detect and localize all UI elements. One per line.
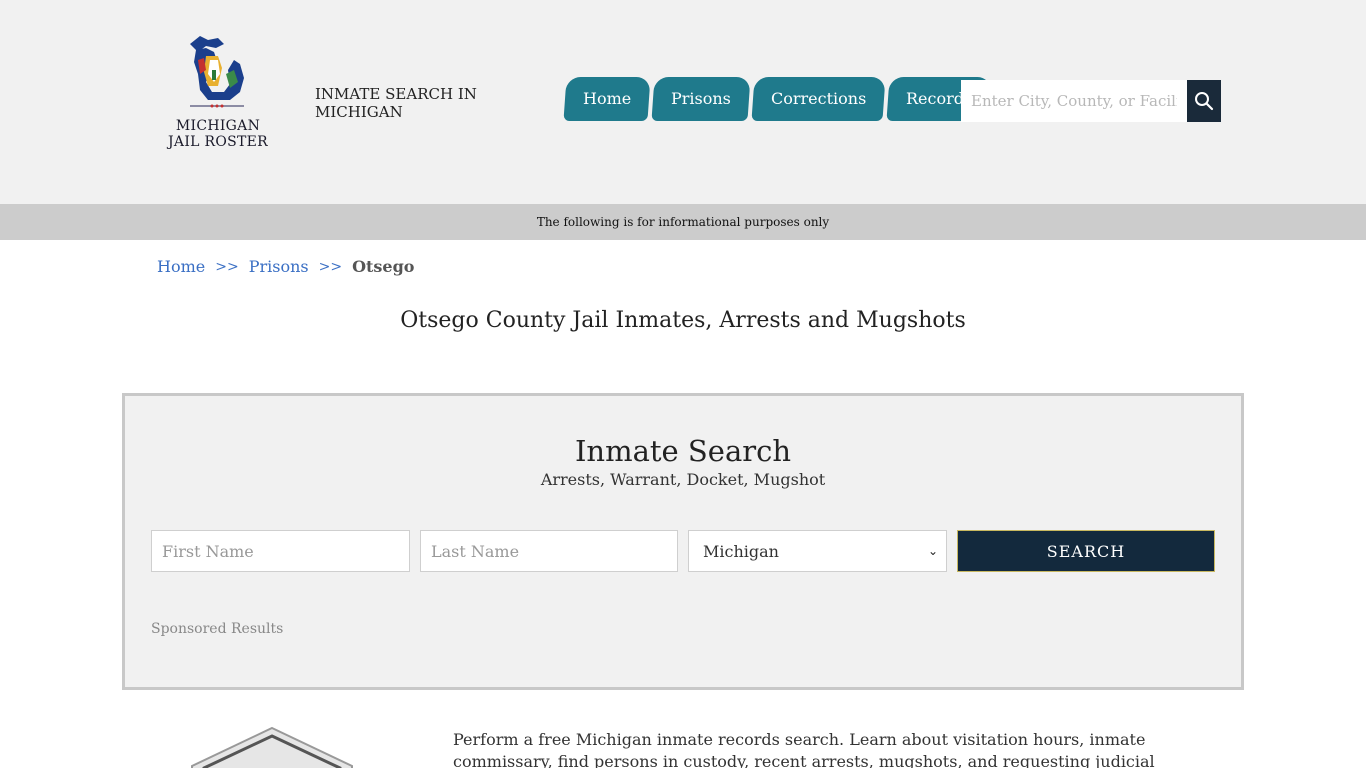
inmate-search-panel: Inmate Search Arrests, Warrant, Docket, … [122,393,1244,690]
nav-home-label: Home [583,89,632,108]
site-title: INMATE SEARCH IN MICHIGAN [315,85,477,121]
breadcrumb-separator: >> [318,258,343,275]
nav-home[interactable]: Home [563,77,651,121]
badge-shape-icon [191,726,353,768]
sponsored-label: Sponsored Results [151,621,284,637]
nav-corrections[interactable]: Corrections [751,77,886,121]
main-nav: Home Prisons Corrections Records [563,77,993,121]
county-badge-image [190,726,355,768]
panel-subtitle: Arrests, Warrant, Docket, Mugshot [540,470,826,489]
site-logo[interactable]: MICHIGAN JAIL ROSTER [168,30,268,155]
logo-text: MICHIGAN JAIL ROSTER [168,118,268,150]
page-title: Otsego County Jail Inmates, Arrests and … [400,308,966,333]
info-bar: The following is for informational purpo… [0,204,1366,240]
nav-corrections-label: Corrections [771,89,867,108]
nav-prisons-label: Prisons [671,89,732,108]
search-submit-button[interactable]: SEARCH [957,530,1215,572]
logo-line-1: MICHIGAN [175,118,261,134]
header-search-input[interactable] [961,80,1187,122]
chevron-down-icon: ⌄ [927,544,938,558]
state-select[interactable]: Michigan ⌄ [688,530,947,572]
breadcrumb: Home >> Prisons >> Otsego [157,257,414,276]
site-header: MICHIGAN JAIL ROSTER INMATE SEARCH IN MI… [0,0,1366,204]
state-select-value: Michigan [703,541,779,561]
breadcrumb-separator: >> [215,258,239,275]
logo-line-2: JAIL ROSTER [168,134,269,150]
nav-prisons[interactable]: Prisons [651,77,751,121]
last-name-input[interactable] [420,530,678,572]
breadcrumb-prisons[interactable]: Prisons [249,257,309,276]
header-search [961,80,1221,124]
michigan-map-icon [190,36,244,108]
search-icon [1195,92,1214,111]
breadcrumb-current: Otsego [352,257,415,276]
intro-paragraph: Perform a free Michigan inmate records s… [453,730,1155,768]
panel-title: Inmate Search [574,434,792,468]
breadcrumb-home[interactable]: Home [157,257,205,276]
header-search-button[interactable] [1187,80,1221,122]
first-name-input[interactable] [151,530,410,572]
